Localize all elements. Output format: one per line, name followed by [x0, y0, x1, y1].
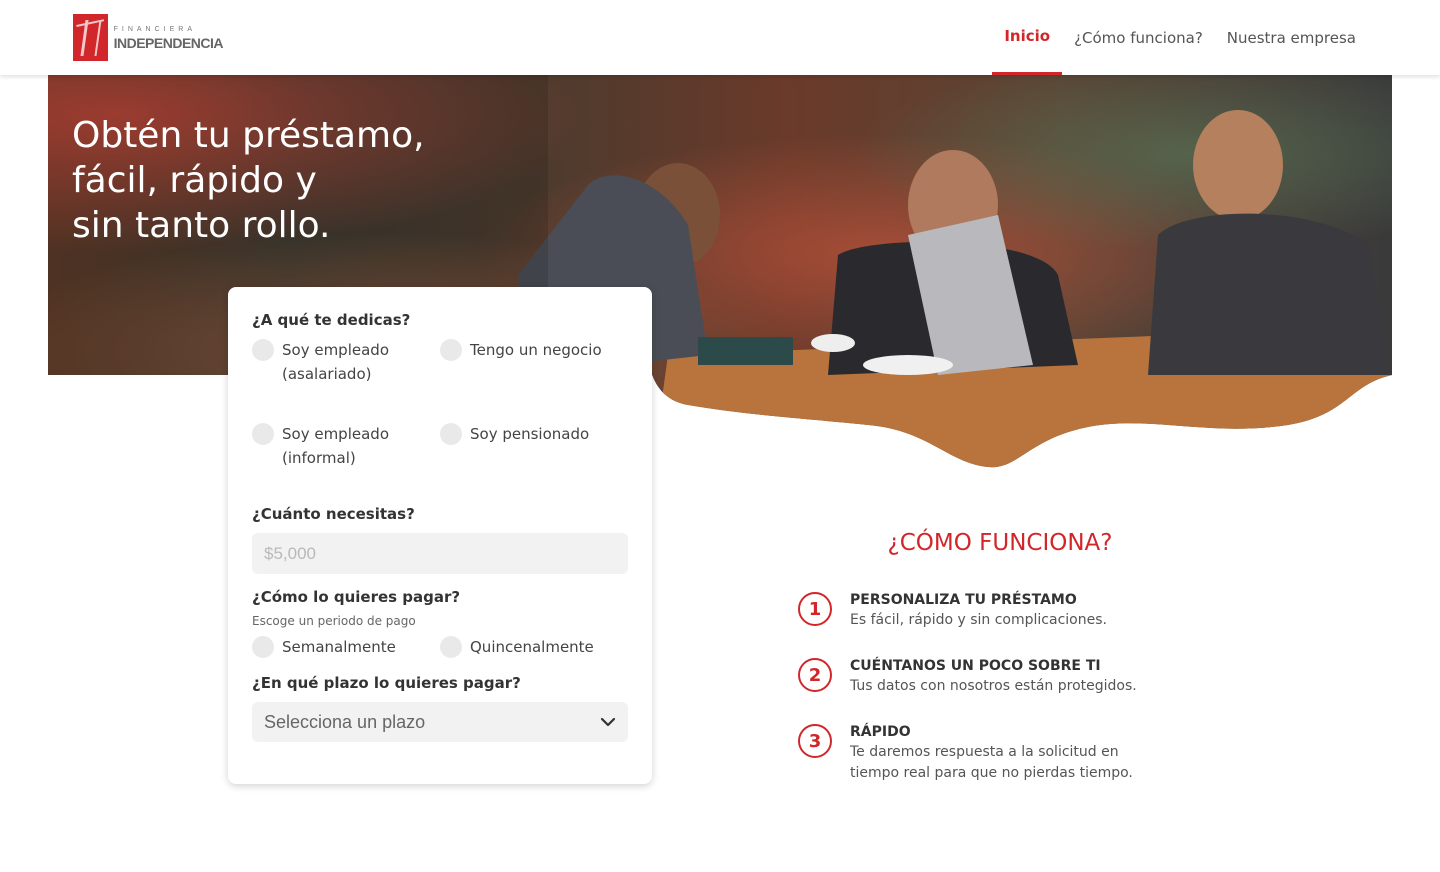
- occupation-radio-informal[interactable]: Soy empleado (informal): [252, 423, 440, 507]
- payment-radio-quincenal[interactable]: Quincenalmente: [440, 636, 628, 676]
- step-description: Te daremos respuesta a la solicitud en t…: [850, 744, 1133, 781]
- radio-circle[interactable]: [440, 636, 462, 658]
- radio-label: Tengo un negocio: [470, 341, 602, 359]
- radio-circle[interactable]: [252, 339, 274, 361]
- occupation-radio-negocio[interactable]: Tengo un negocio: [440, 339, 628, 423]
- occupation-options: Soy empleado (asalariado) Tengo un negoc…: [252, 339, 628, 507]
- term-select[interactable]: Selecciona un plazo: [252, 702, 628, 742]
- occupation-question: ¿A qué te dedicas?: [252, 311, 411, 329]
- logo-angel-icon: [73, 14, 108, 61]
- payment-radio-semanal[interactable]: Semanalmente: [252, 636, 440, 676]
- logo-main-text: INDEPENDENCIA: [113, 34, 224, 51]
- occupation-radio-asalariado[interactable]: Soy empleado (asalariado): [252, 339, 440, 423]
- nav-item-como-funciona[interactable]: ¿Cómo funciona?: [1062, 0, 1215, 75]
- step-title: PERSONALIZA TU PRÉSTAMO: [850, 592, 1077, 608]
- amount-question: ¿Cuánto necesitas?: [252, 505, 415, 523]
- hero-title-line-1: Obtén tu préstamo,: [72, 115, 425, 156]
- hero-title: Obtén tu préstamo, fácil, rápido y sin t…: [72, 113, 492, 248]
- payment-hint: Escoge un periodo de pago: [252, 614, 416, 628]
- step-description: Es fácil, rápido y sin complicaciones.: [850, 612, 1107, 628]
- main-nav: Inicio ¿Cómo funciona? Nuestra empresa: [992, 0, 1368, 75]
- chevron-down-icon: [600, 717, 616, 727]
- payment-question: ¿Cómo lo quieres pagar?: [252, 588, 461, 606]
- step-number-badge: 2: [798, 658, 832, 692]
- radio-circle[interactable]: [440, 423, 462, 445]
- step-2: 2 CUÉNTANOS UN POCO SOBRE TI Tus datos c…: [798, 658, 1198, 697]
- step-number-badge: 1: [798, 592, 832, 626]
- step-3: 3 RÁPIDO Te daremos respuesta a la solic…: [798, 724, 1198, 784]
- header: FINANCIERA INDEPENDENCIA Inicio ¿Cómo fu…: [0, 0, 1440, 75]
- step-number-badge: 3: [798, 724, 832, 758]
- radio-label: Soy empleado (informal): [282, 425, 389, 467]
- radio-circle[interactable]: [252, 423, 274, 445]
- nav-item-nuestra-empresa[interactable]: Nuestra empresa: [1215, 0, 1368, 75]
- payment-options: Semanalmente Quincenalmente: [252, 636, 628, 676]
- radio-circle[interactable]: [440, 339, 462, 361]
- step-description: Tus datos con nosotros están protegidos.: [850, 678, 1137, 694]
- radio-label: Soy empleado (asalariado): [282, 341, 389, 383]
- term-question: ¿En qué plazo lo quieres pagar?: [252, 674, 521, 692]
- term-select-value: Selecciona un plazo: [264, 711, 426, 732]
- loan-form-card: ¿A qué te dedicas? Soy empleado (asalari…: [228, 287, 652, 784]
- logo[interactable]: FINANCIERA INDEPENDENCIA: [73, 14, 224, 61]
- radio-label: Semanalmente: [282, 638, 396, 656]
- how-it-works-section: ¿CÓMO FUNCIONA? 1 PERSONALIZA TU PRÉSTAM…: [798, 530, 1198, 781]
- logo-top-text: FINANCIERA: [113, 25, 196, 33]
- step-1: 1 PERSONALIZA TU PRÉSTAMO Es fácil, rápi…: [798, 592, 1198, 631]
- hero-title-line-2: fácil, rápido y: [72, 160, 317, 201]
- step-title: CUÉNTANOS UN POCO SOBRE TI: [850, 658, 1101, 674]
- nav-item-inicio[interactable]: Inicio: [992, 0, 1062, 75]
- radio-circle[interactable]: [252, 636, 274, 658]
- occupation-radio-pensionado[interactable]: Soy pensionado: [440, 423, 628, 493]
- amount-input[interactable]: [252, 533, 628, 574]
- step-title: RÁPIDO: [850, 724, 911, 740]
- logo-text: FINANCIERA INDEPENDENCIA: [113, 25, 224, 51]
- radio-label: Soy pensionado: [470, 425, 590, 443]
- hero-title-line-3: sin tanto rollo.: [72, 205, 331, 246]
- how-it-works-title: ¿CÓMO FUNCIONA?: [887, 530, 1113, 556]
- radio-label: Quincenalmente: [470, 638, 594, 656]
